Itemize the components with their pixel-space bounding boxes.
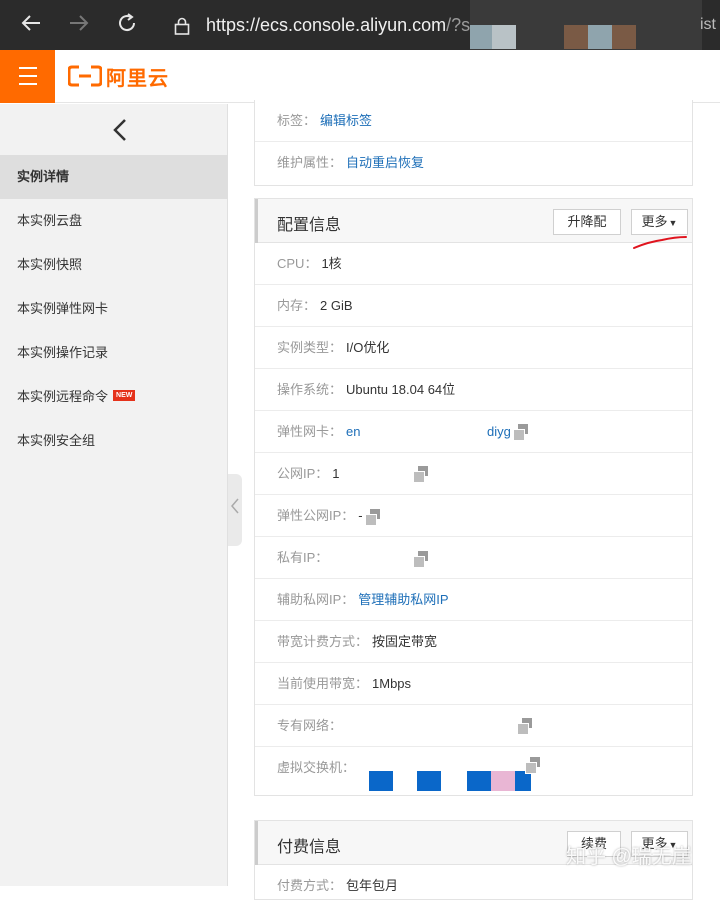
memory-row: 内存： 2 GiB <box>255 285 692 327</box>
field-label: 操作系统： <box>277 382 343 397</box>
redacted-block <box>369 771 393 791</box>
back-arrow-icon[interactable] <box>18 12 44 38</box>
copy-icon[interactable] <box>513 424 529 441</box>
sidebar-item-operation-logs[interactable]: 本实例操作记录 <box>0 331 228 375</box>
redacted-blocks <box>470 25 636 49</box>
copy-icon[interactable] <box>525 757 541 774</box>
redacted-block <box>467 771 491 791</box>
field-label: 弹性公网IP： <box>277 508 355 523</box>
secondary-ip-row: 辅助私网IP： 管理辅助私网IP <box>255 579 692 621</box>
red-underline-annotation <box>633 236 687 249</box>
sidebar-item-label: 本实例弹性网卡 <box>17 301 109 316</box>
field-label: 内存： <box>277 298 317 313</box>
redacted-block <box>515 771 531 791</box>
vswitch-row: 虚拟交换机： <box>255 747 692 795</box>
reload-icon[interactable] <box>114 12 140 38</box>
public-ip-row: 公网IP： 1 <box>255 453 692 495</box>
forward-arrow-icon[interactable] <box>66 12 92 38</box>
sidebar-collapse-toggle[interactable] <box>228 474 242 546</box>
logo-text: 阿里云 <box>106 67 169 90</box>
chevron-left-icon <box>231 498 239 514</box>
chevron-left-icon[interactable] <box>112 117 128 150</box>
sidebar-item-label: 本实例云盘 <box>17 213 83 228</box>
maintenance-link[interactable]: 自动重启恢复 <box>346 155 424 170</box>
sidebar-item-eni[interactable]: 本实例弹性网卡 <box>0 287 228 331</box>
field-label: 标签： <box>277 113 317 128</box>
caret-down-icon: ▼ <box>668 218 678 228</box>
billing-method-row: 带宽计费方式： 按固定带宽 <box>255 621 692 663</box>
field-label: 带宽计费方式： <box>277 634 369 649</box>
os-value: Ubuntu 18.04 64位 <box>346 382 456 397</box>
field-label: 当前使用带宽： <box>277 676 369 691</box>
bandwidth-value: 1Mbps <box>372 676 412 691</box>
sidebar-item-label: 本实例快照 <box>17 257 83 272</box>
instance-type-value: I/O优化 <box>346 340 390 355</box>
private-ip-row: 私有IP： <box>255 537 692 579</box>
field-label: 维护属性： <box>277 155 343 170</box>
copy-icon[interactable] <box>365 509 381 526</box>
public-ip-value: 1 <box>332 466 340 481</box>
url-overflow-text: ist <box>700 16 716 33</box>
field-label: 私有IP： <box>277 550 329 565</box>
field-label: 辅助私网IP： <box>277 592 355 607</box>
eni-link-tail[interactable]: diyg <box>487 411 511 453</box>
basic-info-card: 标签： 编辑标签 维护属性： 自动重启恢复 <box>254 100 693 186</box>
os-row: 操作系统： Ubuntu 18.04 64位 <box>255 369 692 411</box>
sidebar-item-label: 本实例操作记录 <box>17 345 109 360</box>
watermark: 知乎 @瑞无崖 <box>566 846 692 868</box>
sidebar-item-remote-commands[interactable]: 本实例远程命令 NEW <box>0 375 228 419</box>
copy-icon[interactable] <box>413 551 429 568</box>
lock-icon <box>174 17 190 35</box>
eip-row: 弹性公网IP： - <box>255 495 692 537</box>
config-info-card: 配置信息 升降配 更多▼ CPU： 1核 内存： 2 GiB 实例类型： I/O优化 … <box>254 198 693 796</box>
field-label: 公网IP： <box>277 466 329 481</box>
more-button-label: 更多 <box>641 214 668 229</box>
config-card-header: 配置信息 升降配 更多▼ <box>255 199 692 243</box>
maintenance-row: 维护属性： 自动重启恢复 <box>255 142 692 184</box>
sidebar-item-label: 本实例安全组 <box>17 433 96 448</box>
billing-method-value: 按固定带宽 <box>372 634 438 649</box>
payment-method-row: 付费方式： 包年包月 <box>255 865 692 907</box>
url-text: https://ecs.console.aliyun.com/?sp <box>206 15 481 35</box>
field-label: 专有网络： <box>277 718 343 733</box>
sidebar-item-instance-details[interactable]: 实例详情 <box>0 155 228 199</box>
redacted-block <box>491 771 515 791</box>
field-label: 实例类型： <box>277 340 343 355</box>
copy-icon[interactable] <box>517 718 533 735</box>
redacted-block <box>417 771 441 791</box>
eip-value: - <box>358 508 363 523</box>
cpu-row: CPU： 1核 <box>255 243 692 285</box>
downgrade-button[interactable]: 升降配 <box>553 209 621 235</box>
sidebar-item-label: 本实例远程命令 <box>17 389 109 404</box>
bandwidth-row: 当前使用带宽： 1Mbps <box>255 663 692 705</box>
console-header: 阿里云 <box>0 50 720 103</box>
aliyun-logo[interactable]: 阿里云 <box>68 63 169 90</box>
memory-value: 2 GiB <box>320 298 353 313</box>
aliyun-logo-icon <box>68 65 102 87</box>
vpc-row: 专有网络： <box>255 705 692 747</box>
field-label: 虚拟交换机： <box>277 760 356 775</box>
field-label: 弹性网卡： <box>277 424 343 439</box>
copy-icon[interactable] <box>413 466 429 483</box>
sidebar: 实例详情 本实例云盘 本实例快照 本实例弹性网卡 本实例操作记录 本实例远程命令… <box>0 104 228 886</box>
sidebar-item-snapshots[interactable]: 本实例快照 <box>0 243 228 287</box>
menu-button[interactable] <box>0 50 55 103</box>
edit-tags-link[interactable]: 编辑标签 <box>320 113 372 128</box>
tags-row: 标签： 编辑标签 <box>255 100 692 142</box>
browser-toolbar: https://ecs.console.aliyun.com/?sp ist <box>0 0 720 50</box>
config-card-title: 配置信息 <box>277 217 342 234</box>
sidebar-item-disks[interactable]: 本实例云盘 <box>0 199 228 243</box>
field-label: CPU： <box>277 256 318 271</box>
new-badge: NEW <box>113 390 136 401</box>
eni-link[interactable]: en <box>346 424 360 439</box>
payment-card-title: 付费信息 <box>277 839 342 856</box>
cpu-value: 1核 <box>321 256 342 271</box>
eni-row: 弹性网卡： en diyg <box>255 411 692 453</box>
instance-type-row: 实例类型： I/O优化 <box>255 327 692 369</box>
sidebar-item-security-groups[interactable]: 本实例安全组 <box>0 419 228 463</box>
sidebar-item-label: 实例详情 <box>17 169 70 184</box>
manage-secondary-ip-link[interactable]: 管理辅助私网IP <box>358 592 448 607</box>
